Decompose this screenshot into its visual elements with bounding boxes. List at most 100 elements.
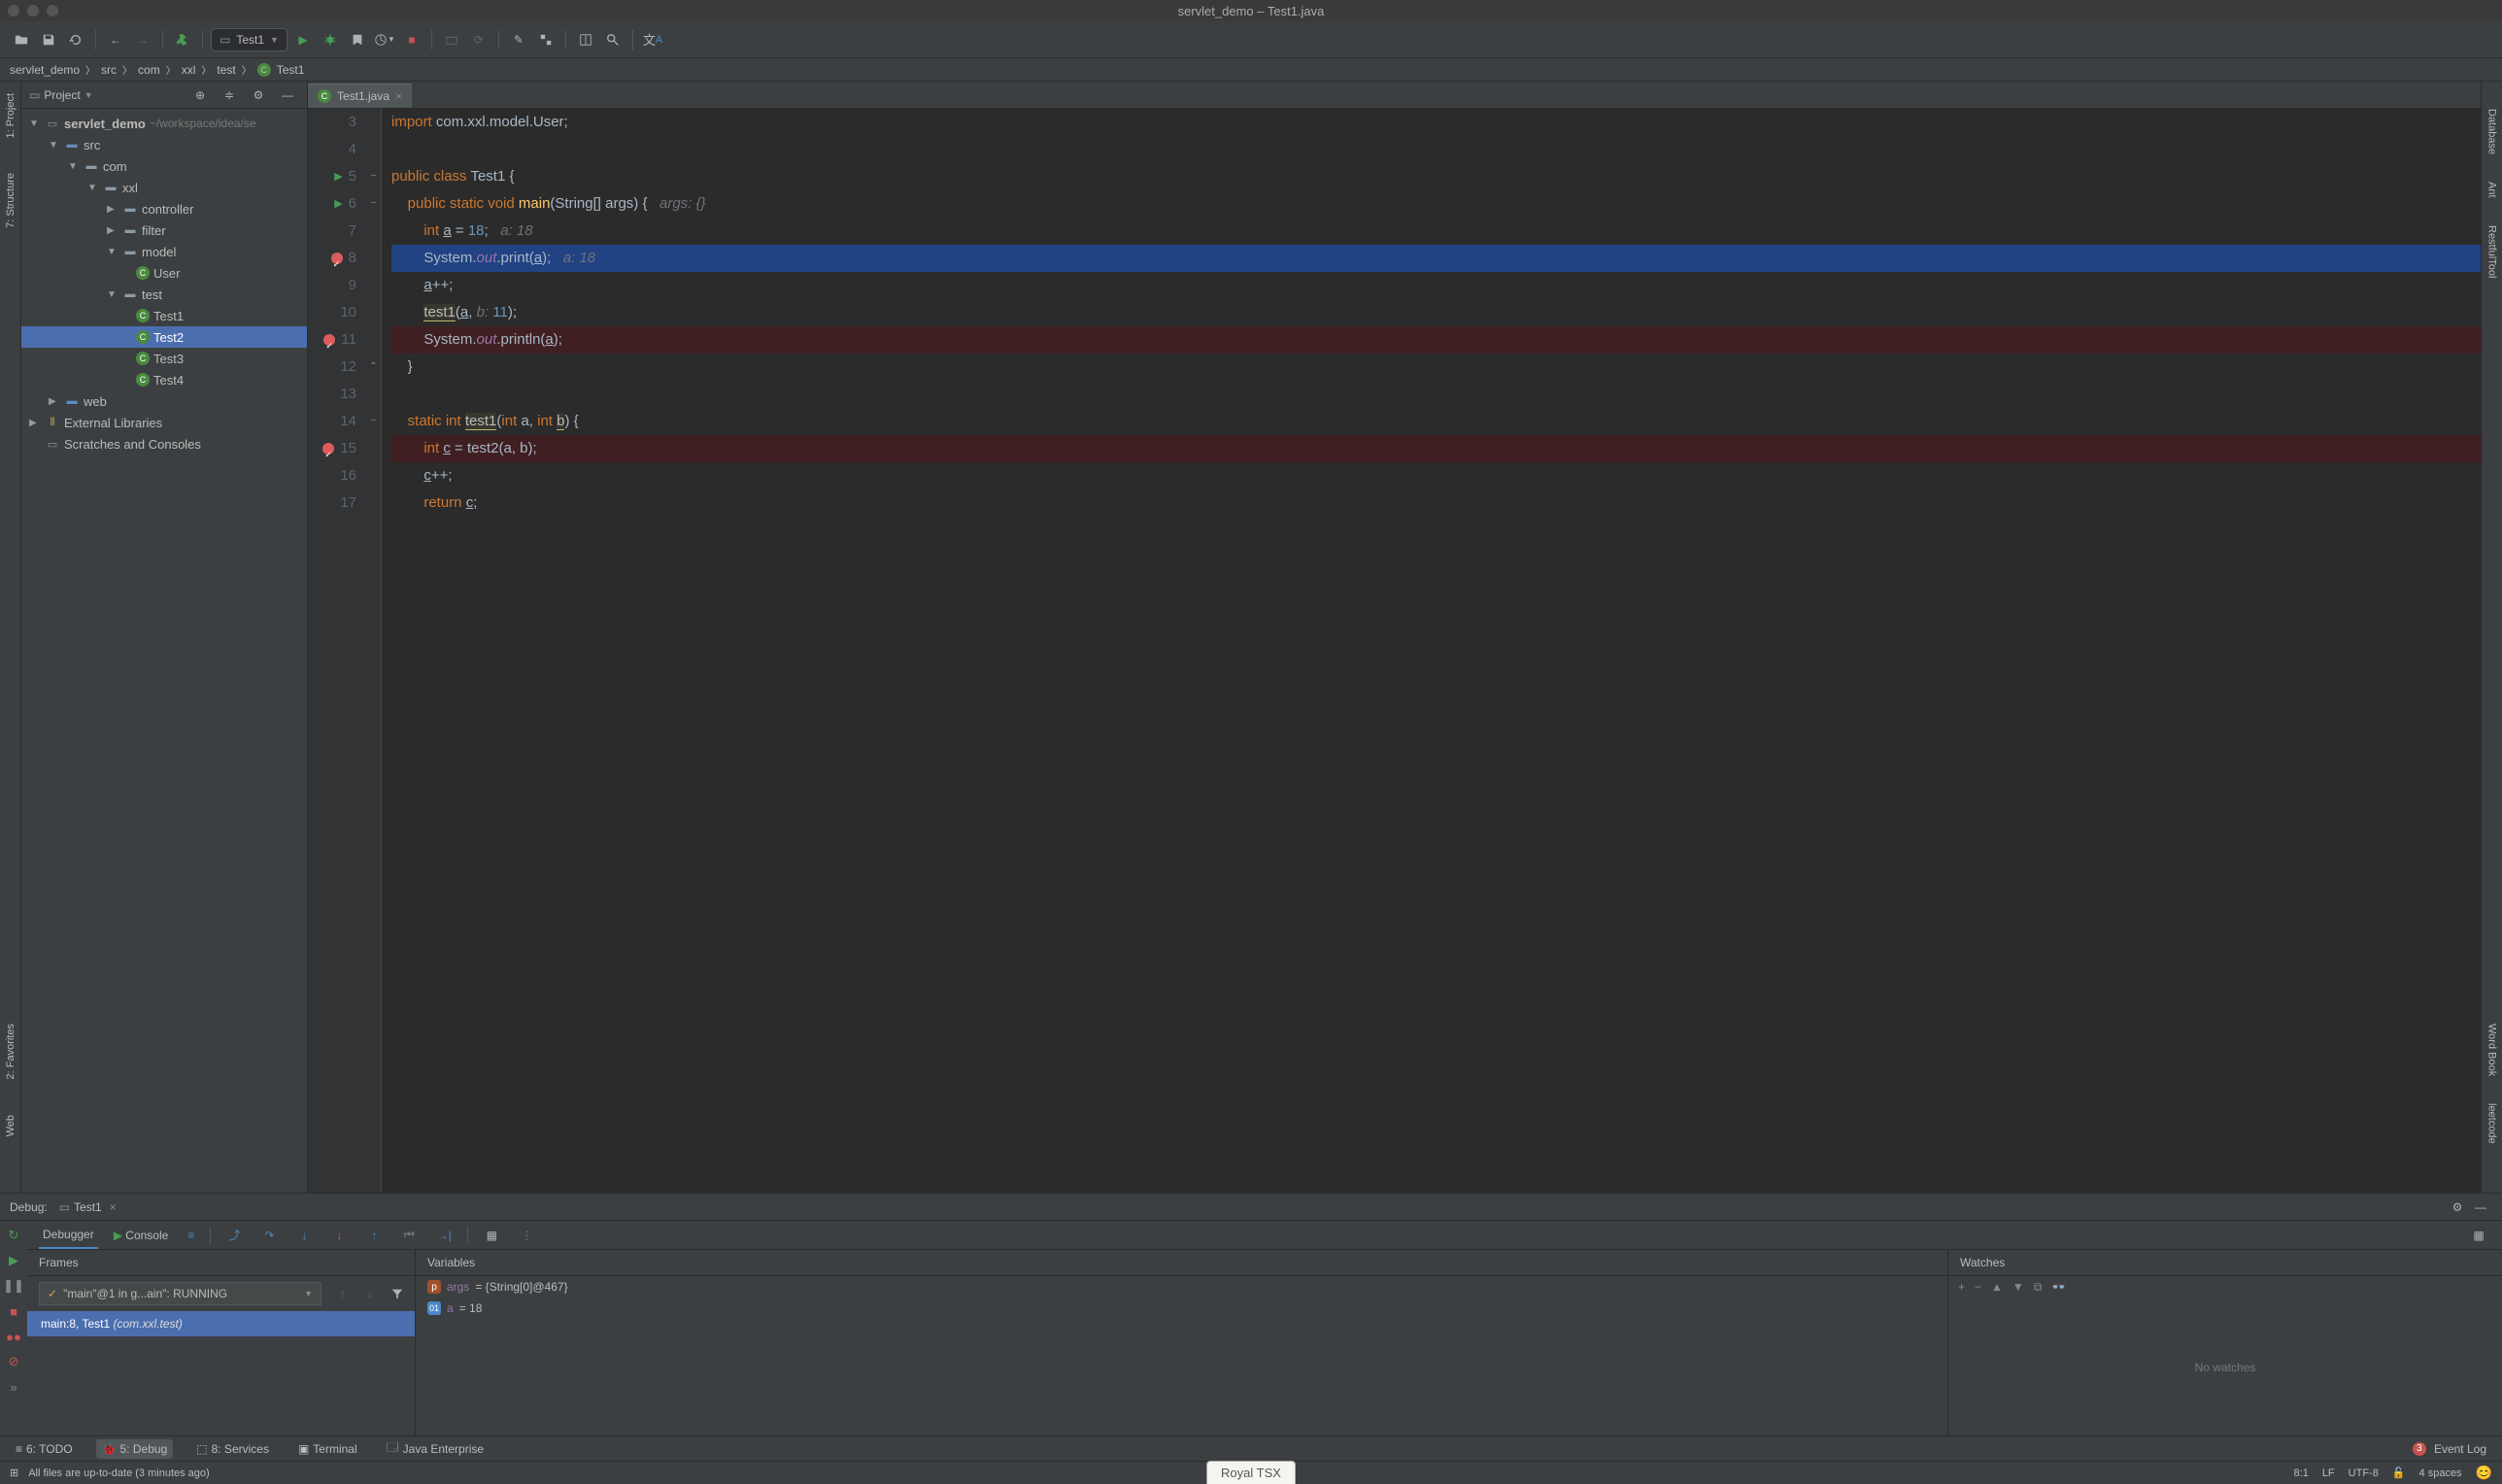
minimize-panel-icon[interactable]: —: [276, 84, 299, 107]
todo-tab[interactable]: ≡ 6: TODO: [10, 1439, 79, 1459]
forward-icon[interactable]: →: [131, 28, 154, 51]
tree-item[interactable]: ▶▬web: [21, 390, 307, 412]
stop-debug-icon[interactable]: ■: [3, 1300, 24, 1322]
pencil-icon[interactable]: ✎: [507, 28, 530, 51]
coverage-icon[interactable]: [346, 28, 369, 51]
structure-tool-tab[interactable]: 7: Structure: [5, 165, 17, 236]
thread-selector[interactable]: ✓ "main"@1 in g...ain": RUNNING ▼: [39, 1282, 321, 1305]
code-line[interactable]: }: [391, 354, 2481, 381]
step-out-icon[interactable]: ↑: [362, 1224, 386, 1247]
breakpoint-icon[interactable]: [322, 443, 334, 455]
code-line[interactable]: int c = test2(a, b);: [391, 435, 2481, 462]
filter-icon[interactable]: [386, 1282, 409, 1305]
pause-icon[interactable]: ❚❚: [3, 1275, 24, 1297]
terminal-tab[interactable]: ▣ Terminal: [292, 1439, 363, 1459]
evaluate-icon[interactable]: ▦: [480, 1224, 503, 1247]
maximize-window-button[interactable]: [47, 5, 58, 17]
close-tab-icon[interactable]: ×: [395, 89, 402, 103]
breakpoints-icon[interactable]: ●●: [3, 1326, 24, 1347]
breadcrumb-item[interactable]: test: [217, 63, 235, 77]
glasses-icon[interactable]: 👓: [2051, 1280, 2066, 1295]
threads-icon[interactable]: ≡: [184, 1223, 198, 1248]
reload-icon[interactable]: [64, 28, 87, 51]
line-ending[interactable]: LF: [2322, 1467, 2335, 1479]
project-tree[interactable]: ▼▭ servlet_demo ~/workspace/idea/se ▼▬sr…: [21, 109, 307, 1193]
next-frame-icon[interactable]: ↓: [358, 1282, 382, 1305]
tree-item[interactable]: ▶▬filter: [21, 219, 307, 241]
tools-icon[interactable]: [534, 28, 558, 51]
watch-down-icon[interactable]: ▼: [2012, 1280, 2024, 1295]
breadcrumb-item[interactable]: servlet_demo: [10, 63, 80, 77]
ant-tool-tab[interactable]: Ant: [2486, 174, 2498, 206]
tree-root[interactable]: ▼▭ servlet_demo ~/workspace/idea/se: [21, 113, 307, 134]
gear-icon[interactable]: ⚙: [2446, 1196, 2469, 1219]
code-line[interactable]: c++;: [391, 462, 2481, 489]
tree-item[interactable]: ▼▬com: [21, 155, 307, 177]
tree-item-scratches[interactable]: ▭Scratches and Consoles: [21, 433, 307, 455]
profile-icon[interactable]: ▼: [373, 28, 396, 51]
show-exec-point-icon[interactable]: ⤴: [222, 1224, 246, 1247]
add-watch-icon[interactable]: +: [1958, 1280, 1965, 1295]
step-into-icon[interactable]: ↓: [292, 1224, 316, 1247]
variable-row[interactable]: 01 a = 18: [416, 1298, 1947, 1319]
tree-item[interactable]: ▶▬controller: [21, 198, 307, 219]
resume-icon[interactable]: ▶: [3, 1250, 24, 1271]
run-config-selector[interactable]: ▭ Test1 ▼: [211, 28, 287, 51]
code-line[interactable]: import com.xxl.model.User;: [391, 109, 2481, 136]
trace-icon[interactable]: ⋮: [515, 1224, 538, 1247]
force-step-into-icon[interactable]: ↓: [327, 1224, 351, 1247]
build-icon[interactable]: [171, 28, 194, 51]
drop-frame-icon[interactable]: ⏮: [397, 1224, 421, 1247]
layout-icon[interactable]: ▦: [2467, 1224, 2490, 1247]
more-icon[interactable]: »: [3, 1376, 24, 1398]
javaee-tab[interactable]: 🗔 Java Enterprise: [381, 1435, 490, 1462]
event-log-tab[interactable]: 3 Event Log: [2407, 1439, 2492, 1459]
copy-watch-icon[interactable]: ⧉: [2034, 1280, 2043, 1295]
breadcrumb-item[interactable]: xxl: [182, 63, 196, 77]
code-line[interactable]: static int test1(int a, int b) {: [391, 408, 2481, 435]
run-button[interactable]: ▶: [291, 28, 315, 51]
back-icon[interactable]: ←: [104, 28, 127, 51]
console-tab[interactable]: ▶ Console: [110, 1223, 173, 1248]
stop-button[interactable]: ■: [400, 28, 423, 51]
app-popup[interactable]: Royal TSX: [1206, 1461, 1296, 1484]
restful-tool-tab[interactable]: RestfulTool: [2486, 218, 2498, 286]
watch-up-icon[interactable]: ▲: [1991, 1280, 2003, 1295]
breakpoint-icon[interactable]: [323, 334, 335, 346]
code-line[interactable]: int a = 18; a: 18: [391, 218, 2481, 245]
locate-icon[interactable]: ⊕: [188, 84, 212, 107]
favorites-tool-tab[interactable]: 2: Favorites: [5, 1016, 17, 1087]
project-tool-tab[interactable]: 1: Project: [5, 85, 17, 146]
close-debug-tab-icon[interactable]: ×: [110, 1200, 117, 1214]
tree-item[interactable]: ▼▬xxl: [21, 177, 307, 198]
translate-icon[interactable]: 文A: [641, 28, 664, 51]
database-tool-tab[interactable]: Database: [2486, 101, 2498, 162]
project-structure-icon[interactable]: [574, 28, 597, 51]
step-over-icon[interactable]: ↷: [257, 1224, 281, 1247]
variable-row[interactable]: p args = {String[0]@467}: [416, 1276, 1947, 1298]
tree-item[interactable]: CUser: [21, 262, 307, 284]
debug-bottom-tab[interactable]: 🐞 5: Debug: [96, 1439, 174, 1459]
prev-frame-icon[interactable]: ↑: [331, 1282, 355, 1305]
code-line[interactable]: test1(a, b: 11);: [391, 299, 2481, 326]
tree-item[interactable]: CTest4: [21, 369, 307, 390]
mute-bp-icon[interactable]: ⊘: [3, 1351, 24, 1372]
save-icon[interactable]: [37, 28, 60, 51]
remove-watch-icon[interactable]: −: [1975, 1280, 1981, 1295]
cursor-position[interactable]: 8:1: [2294, 1467, 2309, 1479]
code-line[interactable]: public static void main(String[] args) {…: [391, 190, 2481, 218]
rerun-icon[interactable]: ↻: [3, 1225, 24, 1246]
tree-item-extlib[interactable]: ▶⫴External Libraries: [21, 412, 307, 433]
code-line[interactable]: System.out.print(a); a: 18: [391, 245, 2481, 272]
debug-button[interactable]: [319, 28, 342, 51]
tree-item[interactable]: ▼▬src: [21, 134, 307, 155]
code-line[interactable]: a++;: [391, 272, 2481, 299]
services-tab[interactable]: ⬚ 8: Services: [190, 1439, 275, 1459]
code-line[interactable]: return c;: [391, 489, 2481, 517]
code-line[interactable]: [391, 136, 2481, 163]
minimize-window-button[interactable]: [27, 5, 39, 17]
tool-windows-icon[interactable]: ⊞: [10, 1467, 18, 1479]
collapse-icon[interactable]: ≑: [218, 84, 241, 107]
editor-tab[interactable]: C Test1.java ×: [308, 84, 412, 108]
open-icon[interactable]: [10, 28, 33, 51]
